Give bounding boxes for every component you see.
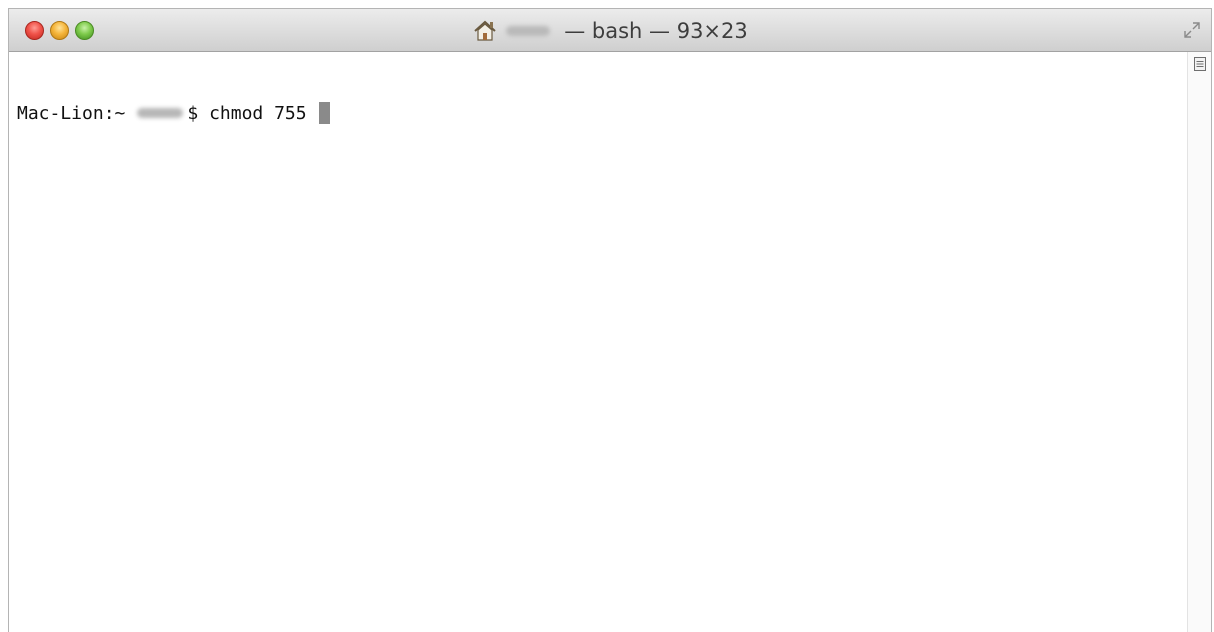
terminal-window: — bash — 93×23 Mac-Lion:~ $ chmod 755	[8, 8, 1212, 632]
host-prompt: Mac-Lion:~	[17, 102, 126, 124]
redacted-username	[137, 108, 184, 118]
window-title: — bash — 93×23	[9, 9, 1211, 52]
prompt-symbol: $	[187, 102, 199, 124]
fullscreen-arrows-icon[interactable]	[1183, 21, 1201, 39]
text-cursor	[319, 102, 331, 124]
command-spacer	[307, 103, 318, 124]
command-spacer	[198, 103, 209, 124]
scrollbar[interactable]	[1187, 52, 1211, 632]
home-icon	[474, 20, 496, 41]
redacted-username	[506, 25, 551, 36]
split-pane-icon[interactable]	[1194, 57, 1206, 71]
title-bar[interactable]: — bash — 93×23	[9, 9, 1211, 52]
command-text: chmod 755	[209, 102, 307, 124]
title-text: — bash — 93×23	[564, 18, 748, 43]
prompt-line: Mac-Lion:~ $ chmod 755	[17, 100, 1187, 126]
terminal-output[interactable]: Mac-Lion:~ $ chmod 755	[9, 52, 1187, 632]
